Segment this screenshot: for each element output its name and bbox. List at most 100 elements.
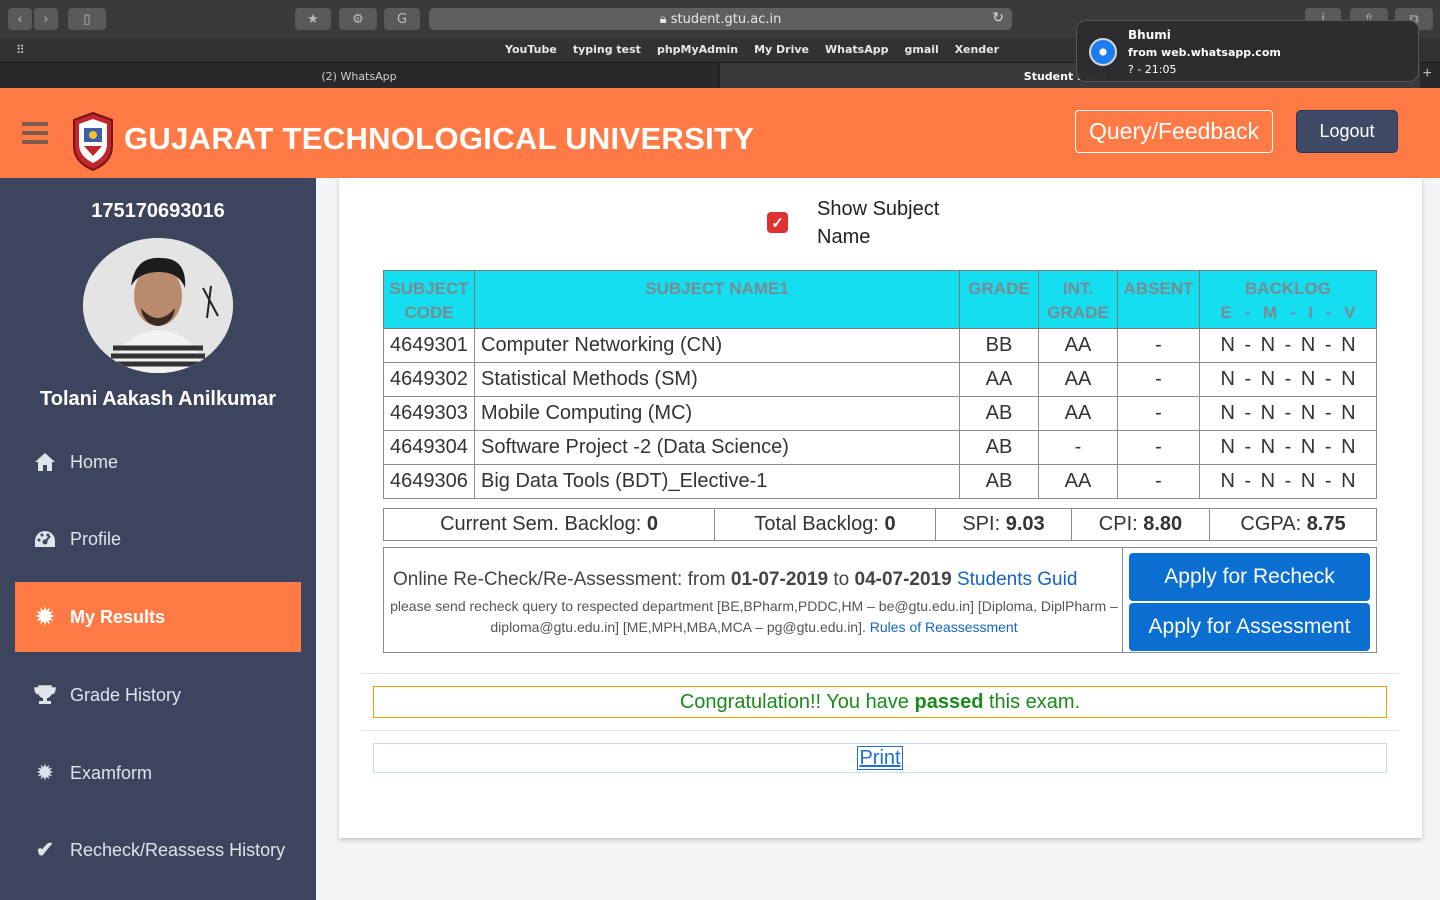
show-subject-name-label: Show Subject Name xyxy=(817,198,940,248)
cell-backlog: N - N - N - N xyxy=(1199,328,1377,363)
recheck-to-word: to xyxy=(828,569,855,590)
status-suffix: this exam. xyxy=(983,691,1081,713)
header-subject-code: SUBJECT CODE xyxy=(383,270,475,329)
notification-banner[interactable]: Bhumi from web.whatsapp.com ? - 21:05 xyxy=(1076,20,1419,82)
show-subject-name-checkbox[interactable]: ✓ xyxy=(767,212,788,233)
enrollment-number: 175170693016 xyxy=(91,200,225,222)
tab-whatsapp[interactable]: (2) WhatsApp xyxy=(0,63,719,89)
recheck-note: please send recheck query to respected d… xyxy=(384,596,1124,638)
bookmark-youtube[interactable]: YouTube xyxy=(497,43,565,56)
current-backlog-label: Current Sem. Backlog: xyxy=(440,513,647,535)
header-backlog-sub: E - M - I - V xyxy=(1220,303,1356,322)
cell-backlog: N - N - N - N xyxy=(1199,464,1377,499)
cell-subject-code: 4649301 xyxy=(383,328,475,363)
apply-recheck-button[interactable]: Apply for Recheck xyxy=(1129,553,1370,601)
sidebar-item-recheck-history[interactable]: ✔ Recheck/Reassess History xyxy=(15,815,301,885)
cell-int-grade: AA xyxy=(1038,464,1118,499)
check-icon: ✔ xyxy=(35,837,55,862)
reload-icon[interactable]: ↻ xyxy=(992,10,1004,26)
cgpa-label: CGPA: xyxy=(1240,513,1307,535)
site-title: GUJARAT TECHNOLOGICAL UNIVERSITY xyxy=(124,121,755,156)
cgpa-value: 8.75 xyxy=(1306,513,1346,535)
summary-table: Current Sem. Backlog: 0 Total Backlog: 0… xyxy=(383,508,1377,541)
header-backlog-title: BACKLOG xyxy=(1245,279,1331,298)
url-text: student.gtu.ac.in xyxy=(670,11,782,27)
cpi: CPI: 8.80 xyxy=(1071,508,1210,541)
bookmark-typing-test[interactable]: typing test xyxy=(565,43,649,56)
cell-int-grade: - xyxy=(1038,430,1118,465)
print-link[interactable]: Print xyxy=(857,746,903,770)
print-container: Print xyxy=(373,743,1387,773)
recheck-from-date: 01-07-2019 xyxy=(730,569,829,590)
cell-backlog: N - N - N - N xyxy=(1199,430,1377,465)
sidebar-item-grade-history[interactable]: Grade History xyxy=(15,660,301,730)
cell-grade: AB xyxy=(959,396,1039,431)
bookmark-gmail[interactable]: gmail xyxy=(896,43,946,56)
sidebar-item-label: Home xyxy=(70,451,119,472)
gear-icon: ✹ xyxy=(35,604,55,629)
logout-button[interactable]: Logout xyxy=(1296,110,1398,153)
cell-int-grade: AA xyxy=(1038,362,1118,397)
rules-of-reassessment-link[interactable]: Rules of Reassessment xyxy=(870,619,1018,635)
notification-subtitle: from web.whatsapp.com xyxy=(1128,46,1281,59)
address-bar[interactable]: 🔒︎ student.gtu.ac.in ↻ xyxy=(429,8,1012,30)
extension-icon[interactable]: G xyxy=(384,8,420,30)
sidebar-item-examform[interactable]: ✹ Examform xyxy=(15,738,301,808)
recheck-to-date: 04-07-2019 xyxy=(854,569,952,590)
bookmark-my-drive[interactable]: My Drive xyxy=(746,43,817,56)
gtu-logo xyxy=(73,111,113,172)
table-row: 4649301 Computer Networking (CN) BB AA - N - … xyxy=(383,328,1377,363)
hamburger-menu-icon[interactable] xyxy=(22,122,48,149)
recheck-info: Online Re-Check/Re-Assessment: from 01-0… xyxy=(383,547,1123,653)
status-prefix: Congratulation!! You have xyxy=(679,691,915,713)
sidebar-item-label: Profile xyxy=(70,528,122,549)
cell-subject-name: Computer Networking (CN) xyxy=(474,328,960,363)
bookmark-star-icon[interactable]: ★ xyxy=(295,8,331,30)
cell-subject-name: Software Project -2 (Data Science) xyxy=(474,430,960,465)
students-guide-link[interactable]: Students Guid xyxy=(957,569,1077,590)
cell-subject-name: Mobile Computing (MC) xyxy=(474,396,960,431)
current-backlog-value: 0 xyxy=(646,513,658,535)
spi-label: SPI: xyxy=(962,513,1006,535)
avatar xyxy=(83,238,233,373)
cell-absent: - xyxy=(1117,396,1200,431)
cell-subject-code: 4649303 xyxy=(383,396,475,431)
sidebar-item-my-results[interactable]: ✹ My Results xyxy=(15,582,301,652)
cell-subject-name: Big Data Tools (BDT)_Elective-1 xyxy=(474,464,960,499)
header-backlog: BACKLOG E - M - I - V xyxy=(1199,270,1377,329)
divider xyxy=(361,673,1399,674)
sidebar-toggle-icon[interactable]: ▯ xyxy=(68,8,106,30)
cgpa: CGPA: 8.75 xyxy=(1209,508,1377,541)
forward-icon[interactable]: › xyxy=(34,8,58,30)
status-bold: passed xyxy=(914,691,984,713)
bookmark-xender[interactable]: Xender xyxy=(947,43,1007,56)
apps-grid-icon[interactable]: ⠿ xyxy=(16,43,25,57)
total-backlog-label: Total Backlog: xyxy=(754,513,885,535)
sidebar-item-label: Recheck/Reassess History xyxy=(70,839,286,860)
settings-gear-icon[interactable]: ⚙ xyxy=(339,8,377,30)
bookmark-whatsapp[interactable]: WhatsApp xyxy=(817,43,896,56)
back-icon[interactable]: ‹ xyxy=(8,8,32,30)
apply-assessment-button[interactable]: Apply for Assessment xyxy=(1129,603,1370,651)
bookmark-phpmyadmin[interactable]: phpMyAdmin xyxy=(649,43,746,56)
cell-grade: AB xyxy=(959,430,1039,465)
current-sem-backlog: Current Sem. Backlog: 0 xyxy=(383,508,715,541)
sidebar-item-label: My Results xyxy=(70,606,166,627)
header-absent: ABSENT xyxy=(1117,270,1200,329)
new-tab-icon[interactable]: + xyxy=(1423,65,1432,83)
cell-absent: - xyxy=(1117,362,1200,397)
total-backlog: Total Backlog: 0 xyxy=(714,508,936,541)
cell-int-grade: AA xyxy=(1038,328,1118,363)
sidebar-item-profile[interactable]: Profile xyxy=(15,504,301,574)
cpi-value: 8.80 xyxy=(1143,513,1183,535)
home-icon xyxy=(30,452,60,472)
cell-subject-name: Statistical Methods (SM) xyxy=(474,362,960,397)
cell-subject-code: 4649304 xyxy=(383,430,475,465)
trophy-icon xyxy=(30,685,60,705)
sidebar-item-home[interactable]: Home xyxy=(15,427,301,497)
notification-title: Bhumi xyxy=(1128,28,1171,42)
cell-subject-code: 4649302 xyxy=(383,362,475,397)
cell-backlog: N - N - N - N xyxy=(1199,362,1377,397)
cell-grade: AB xyxy=(959,464,1039,499)
query-feedback-button[interactable]: Query/Feedback xyxy=(1075,110,1273,153)
